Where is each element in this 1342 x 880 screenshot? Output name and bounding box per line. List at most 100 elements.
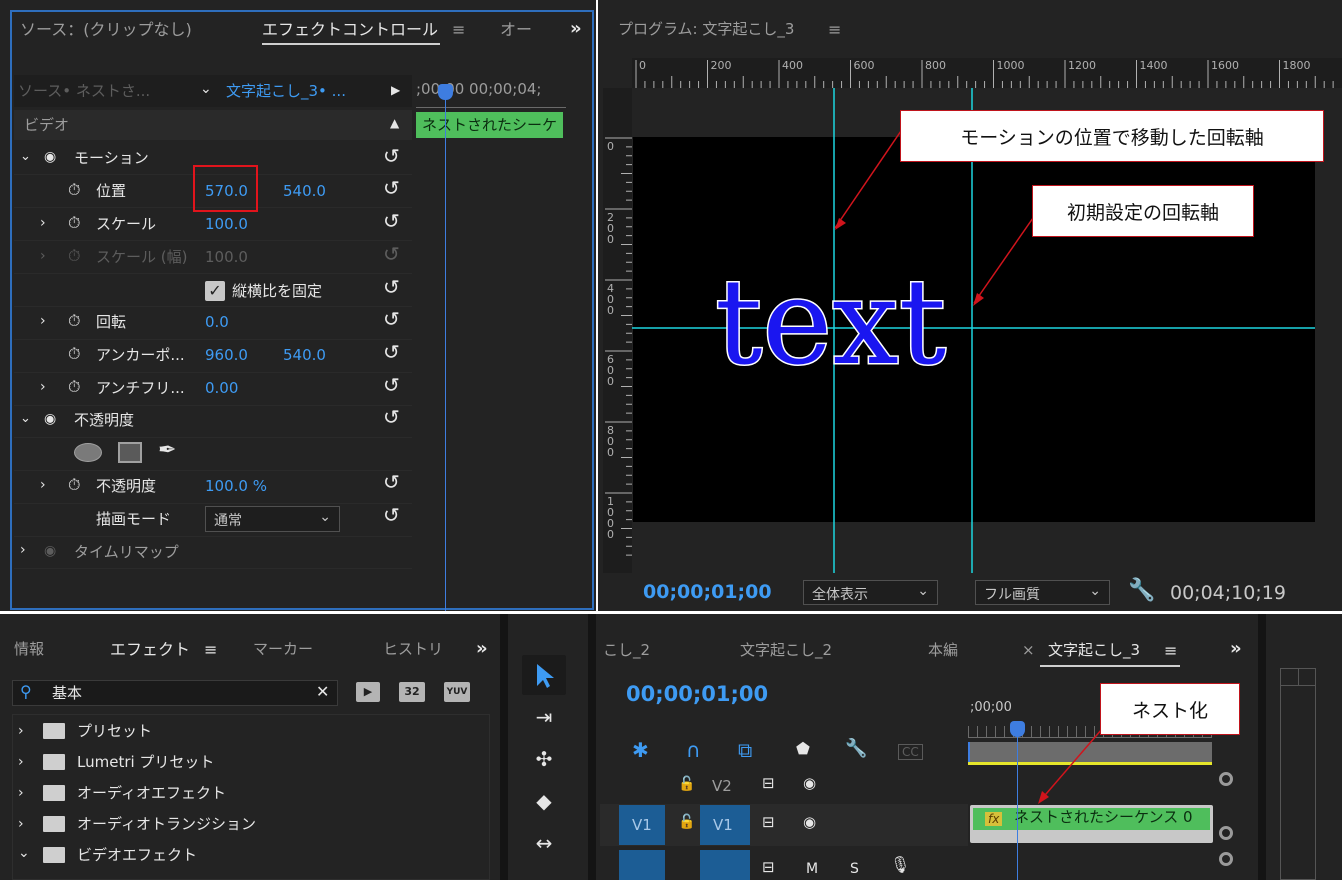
lock-icon[interactable]: 🔓 [678, 815, 695, 829]
solo-button[interactable]: S [850, 862, 859, 876]
stopwatch-icon[interactable]: ⏱ [68, 215, 80, 231]
antiflicker-value[interactable]: 0.00 [205, 381, 238, 396]
tab-history[interactable]: ヒストリ [383, 642, 443, 657]
track-v2-label[interactable]: V2 [712, 779, 732, 794]
anchor-y-value[interactable]: 540.0 [283, 348, 326, 363]
overflow-tabs-icon[interactable]: » [476, 640, 488, 658]
wrench-icon[interactable]: 🔧 [1128, 580, 1155, 602]
list-item[interactable]: › オーディオトランジション [12, 809, 490, 840]
list-item[interactable]: ⌄ ビデオエフェクト [12, 840, 490, 871]
blend-mode-select[interactable]: 通常 ⌄ [205, 506, 340, 532]
accelerated-effects-icon[interactable]: ▶ [356, 682, 380, 702]
ripple-edit-tool[interactable]: ✣ [522, 739, 566, 779]
track-target-a1[interactable] [700, 850, 750, 880]
stopwatch-icon[interactable]: ⏱ [68, 313, 80, 329]
chevron-down-icon[interactable]: ⌄ [20, 412, 31, 425]
anchor-x-value[interactable]: 960.0 [205, 348, 248, 363]
stopwatch-icon[interactable]: ⏱ [68, 182, 80, 198]
panel-menu-icon[interactable]: ≡ [828, 22, 841, 38]
tab-sequence-3[interactable]: 文字起こし_3 [1048, 643, 1140, 658]
chevron-right-icon[interactable]: › [40, 216, 46, 230]
track-select-tool[interactable]: ⇥ [522, 697, 566, 737]
eye-icon[interactable]: ◉ [803, 815, 816, 830]
eye-icon[interactable]: ◉ [44, 150, 56, 164]
tab-effects[interactable]: エフェクト [110, 642, 190, 658]
reset-icon[interactable]: ↺ [383, 472, 400, 492]
tab-effect-controls[interactable]: エフェクトコントロール [262, 22, 438, 38]
linked-selection-icon[interactable]: ⧉ [738, 740, 752, 760]
captions-icon[interactable]: CC [898, 744, 923, 760]
sync-lock-icon[interactable]: ⊟ [762, 860, 775, 875]
wrench-icon[interactable]: 🔧 [845, 740, 867, 758]
eye-icon[interactable]: ◉ [44, 412, 56, 426]
panel-menu-icon[interactable]: ≡ [204, 642, 217, 658]
program-timecode[interactable]: 00;00;01;00 [643, 583, 772, 602]
zoom-select[interactable]: 全体表示 ⌄ [803, 580, 938, 605]
reset-icon[interactable]: ↺ [383, 211, 400, 231]
pen-mask-icon[interactable]: ✒ [158, 440, 176, 462]
close-tab-icon[interactable]: × [1022, 643, 1035, 658]
reset-icon[interactable]: ↺ [383, 277, 400, 297]
sync-lock-icon[interactable]: ⊟ [762, 776, 775, 791]
zoom-handle[interactable] [1219, 772, 1233, 786]
uniform-scale-checkbox[interactable]: ✓ [205, 281, 225, 301]
fx-badge[interactable]: fx [985, 812, 1003, 826]
chevron-down-icon[interactable]: ⌄ [200, 82, 212, 96]
overflow-tabs-icon[interactable]: » [570, 20, 582, 38]
reset-icon[interactable]: ↺ [383, 342, 400, 362]
overflow-tabs-icon[interactable]: » [1230, 640, 1242, 658]
timeline-playhead-icon[interactable] [1010, 721, 1025, 737]
ellipse-mask-icon[interactable] [74, 443, 102, 462]
chevron-right-icon[interactable]: › [40, 380, 46, 394]
reset-icon[interactable]: ↺ [383, 309, 400, 329]
add-marker-icon[interactable]: ⬟ [796, 741, 810, 757]
reset-icon[interactable]: ↺ [383, 375, 400, 395]
chevron-right-icon[interactable]: › [40, 314, 46, 328]
list-item[interactable]: › オーディオエフェクト [12, 778, 490, 809]
play-triangle-icon[interactable]: ▶ [391, 84, 400, 96]
list-item[interactable]: › プリセット [12, 716, 490, 747]
tab-info[interactable]: 情報 [14, 642, 44, 657]
rectangle-mask-icon[interactable] [118, 442, 142, 463]
chevron-right-icon[interactable]: › [40, 478, 46, 492]
sequence-label[interactable]: 文字起こし_3• ... [226, 84, 346, 99]
panel-menu-icon[interactable]: ≡ [1164, 643, 1177, 659]
panel-menu-icon[interactable]: ≡ [452, 22, 465, 38]
snap-icon[interactable]: ✱ [632, 740, 649, 760]
quality-select[interactable]: フル画質 ⌄ [975, 580, 1110, 605]
yuv-effects-icon[interactable]: YUV [444, 682, 470, 702]
list-item[interactable]: › Lumetri プリセット [12, 747, 490, 778]
reset-icon[interactable]: ↺ [383, 146, 400, 166]
stopwatch-icon[interactable]: ⏱ [68, 346, 80, 362]
selection-tool[interactable] [522, 655, 566, 695]
reset-icon[interactable]: ↺ [383, 407, 400, 427]
zoom-handle[interactable] [1219, 852, 1233, 866]
sync-lock-icon[interactable]: ⊟ [762, 815, 775, 830]
tab-sequence-main[interactable]: 本編 [928, 643, 958, 658]
32bit-effects-icon[interactable]: 32 [399, 682, 425, 702]
timeline-timecode[interactable]: 00;00;01;00 [626, 684, 768, 705]
razor-tool[interactable]: ◆ [522, 781, 566, 821]
position-y-value[interactable]: 540.0 [283, 184, 326, 199]
opacity-value[interactable]: 100.0 % [205, 479, 267, 494]
lock-icon[interactable]: 🔓 [678, 777, 695, 791]
zoom-handle[interactable] [1219, 826, 1233, 840]
reset-icon[interactable]: ↺ [383, 505, 400, 525]
slip-tool[interactable]: ↔ [522, 823, 566, 863]
tab-sequence-1[interactable]: こし_2 [603, 643, 650, 658]
tab-audio[interactable]: オー [500, 22, 532, 38]
eye-icon[interactable]: ◉ [44, 544, 56, 558]
search-value[interactable]: 基本 [52, 686, 82, 701]
mute-button[interactable]: M [806, 862, 818, 876]
stopwatch-icon[interactable]: ⏱ [68, 379, 80, 395]
tab-source[interactable]: ソース：(クリップなし) [20, 22, 192, 38]
tab-sequence-2[interactable]: 文字起こし_2 [740, 643, 832, 658]
chevron-down-icon[interactable]: ⌄ [20, 150, 31, 163]
stopwatch-icon[interactable]: ⏱ [68, 477, 80, 493]
eye-icon[interactable]: ◉ [803, 776, 816, 791]
collapse-up-icon[interactable]: ▲ [390, 117, 399, 129]
magnet-icon[interactable]: ∩ [686, 740, 701, 760]
scale-value[interactable]: 100.0 [205, 217, 248, 232]
reset-icon[interactable]: ↺ [383, 178, 400, 198]
clear-search-icon[interactable]: ✕ [316, 684, 329, 700]
